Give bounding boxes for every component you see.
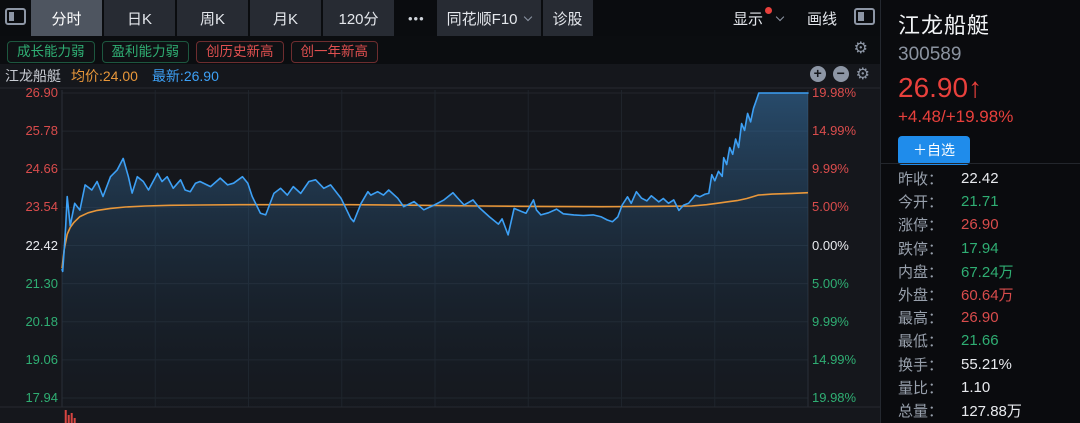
stat-value: 55.21% [961,356,1012,373]
chevron-down-icon [523,12,531,20]
stat-value: 26.90 [961,309,999,326]
stock-code: 300589 [898,44,1080,66]
toolbar-spacer [595,0,721,36]
chart-tools: ⚙ [810,66,870,82]
stat-label: 跌停： [898,238,953,259]
stat-value: 21.66 [961,332,999,349]
stat-row: 最高： 26.90 [898,306,1072,329]
stat-row: 量比： 1.10 [898,376,1072,399]
price-axis-label: 20.18 [0,314,58,329]
percent-axis-label: 19.98% [812,390,856,405]
zoom-out-icon[interactable] [833,66,849,82]
stat-row: 外盘： 60.64万 [898,283,1072,306]
stat-row: 内盘： 67.24万 [898,260,1072,283]
stat-value: 22.42 [961,170,999,187]
stat-row: 换手： 55.21% [898,353,1072,376]
signal-tag[interactable]: 成长能力弱 [7,41,95,63]
toolbar: 分时日K周K月K120分 ••• 同花顺F10 诊股 显示 画线 [0,0,880,36]
stat-value: 127.88万 [961,400,1022,421]
percent-axis-label: 5.00% [812,199,849,214]
current-price: 26.90↑ [898,72,1080,104]
draw-line-button[interactable]: 画线 [795,0,849,36]
percent-axis-label: 9.99% [812,314,849,329]
percent-axis-label: 5.00% [812,276,849,291]
tag-bar: 成长能力弱盈利能力弱创历史新高创一年新高 ⚙ [0,36,880,64]
stock-app-window: 分时日K周K月K120分 ••• 同花顺F10 诊股 显示 画线 成长能力弱盈利… [0,0,1080,423]
zoom-in-icon[interactable] [810,66,826,82]
price-axis-label: 25.78 [0,123,58,138]
last-price-label: 最新:26.90 [152,66,219,86]
stat-label: 总量： [898,400,953,421]
tab-日K[interactable]: 日K [104,0,175,36]
stat-label: 最高： [898,307,953,328]
stat-row: 最低： 21.66 [898,329,1072,352]
notification-dot-icon [765,7,772,14]
intraday-chart-region[interactable]: 江龙船艇 均价:24.00 最新:26.90 ⚙ 26.9025.7824.66… [0,64,880,423]
stat-label: 昨收： [898,168,953,189]
right-panel-icon [854,8,875,28]
price-axis-label: 21.30 [0,276,58,291]
price-change: +4.48/+19.98% [898,107,1080,127]
stat-value: 1.10 [961,379,990,396]
percent-axis-label: 9.99% [812,161,849,176]
tab-月K[interactable]: 月K [250,0,321,36]
add-watchlist-button[interactable]: ＋自选 [898,136,970,165]
stat-value: 21.71 [961,193,999,210]
tab-120分[interactable]: 120分 [323,0,394,36]
stat-label: 外盘： [898,284,953,305]
percent-axis-label: 14.99% [812,123,856,138]
price-axis-label: 24.66 [0,161,58,176]
chevron-down-icon [776,12,784,20]
diagnose-button[interactable]: 诊股 [543,0,593,36]
chart-stock-name: 江龙船艇 [5,66,61,86]
panel-divider [881,163,1080,164]
chart-header: 江龙船艇 均价:24.00 最新:26.90 [0,64,880,88]
chart-settings-gear-icon[interactable]: ⚙ [856,66,870,82]
stat-label: 换手： [898,354,953,375]
signal-tag[interactable]: 创一年新高 [291,41,379,63]
ths-f10-button[interactable]: 同花顺F10 [437,0,541,36]
stat-label: 内盘： [898,261,953,282]
quote-stats: 昨收： 22.42 今开： 21.71 涨停： 26.90 跌停： 17.94 内盘： 67.24… [898,167,1072,422]
left-panel-icon [5,8,26,28]
avg-price-label: 均价:24.00 [71,66,138,86]
price-axis-label: 19.06 [0,352,58,367]
stat-row: 跌停： 17.94 [898,237,1072,260]
stat-label: 涨停： [898,214,953,235]
display-label: 显示 [733,8,763,29]
display-menu-button[interactable]: 显示 [721,0,795,36]
left-panel-toggle[interactable] [3,5,28,31]
stat-value: 17.94 [961,240,999,257]
stat-label: 最低： [898,330,953,351]
stat-label: 今开： [898,191,953,212]
price-axis-label: 17.94 [0,390,58,405]
stat-value: 67.24万 [961,261,1014,282]
price-axis-label: 22.42 [0,238,58,253]
period-tabs: 分时日K周K月K120分 [31,0,396,36]
right-panel-toggle[interactable] [852,5,877,31]
price-axis-label: 23.54 [0,199,58,214]
settings-gear-icon[interactable]: ⚙ [854,40,868,56]
signal-tag[interactable]: 盈利能力弱 [102,41,190,63]
percent-axis-label: 14.99% [812,352,856,367]
stat-row: 昨收： 22.42 [898,167,1072,190]
more-periods-button[interactable]: ••• [396,0,437,36]
chart-pane: 分时日K周K月K120分 ••• 同花顺F10 诊股 显示 画线 成长能力弱盈利… [0,0,880,423]
quote-panel: 江龙船艇 300589 26.90↑ +4.48/+19.98% ＋自选 昨收：… [880,0,1080,423]
intraday-chart-canvas[interactable] [0,64,880,423]
stat-row: 涨停： 26.90 [898,213,1072,236]
stat-value: 60.64万 [961,284,1014,305]
ths-f10-label: 同花顺F10 [447,8,518,29]
stat-row: 总量： 127.88万 [898,399,1072,422]
stat-row: 今开： 21.71 [898,190,1072,213]
tab-周K[interactable]: 周K [177,0,248,36]
stat-value: 26.90 [961,216,999,233]
stock-name: 江龙船艇 [898,8,1080,40]
stat-label: 量比： [898,377,953,398]
signal-tag[interactable]: 创历史新高 [196,41,284,63]
tab-分时[interactable]: 分时 [31,0,102,36]
percent-axis-label: 0.00% [812,238,849,253]
